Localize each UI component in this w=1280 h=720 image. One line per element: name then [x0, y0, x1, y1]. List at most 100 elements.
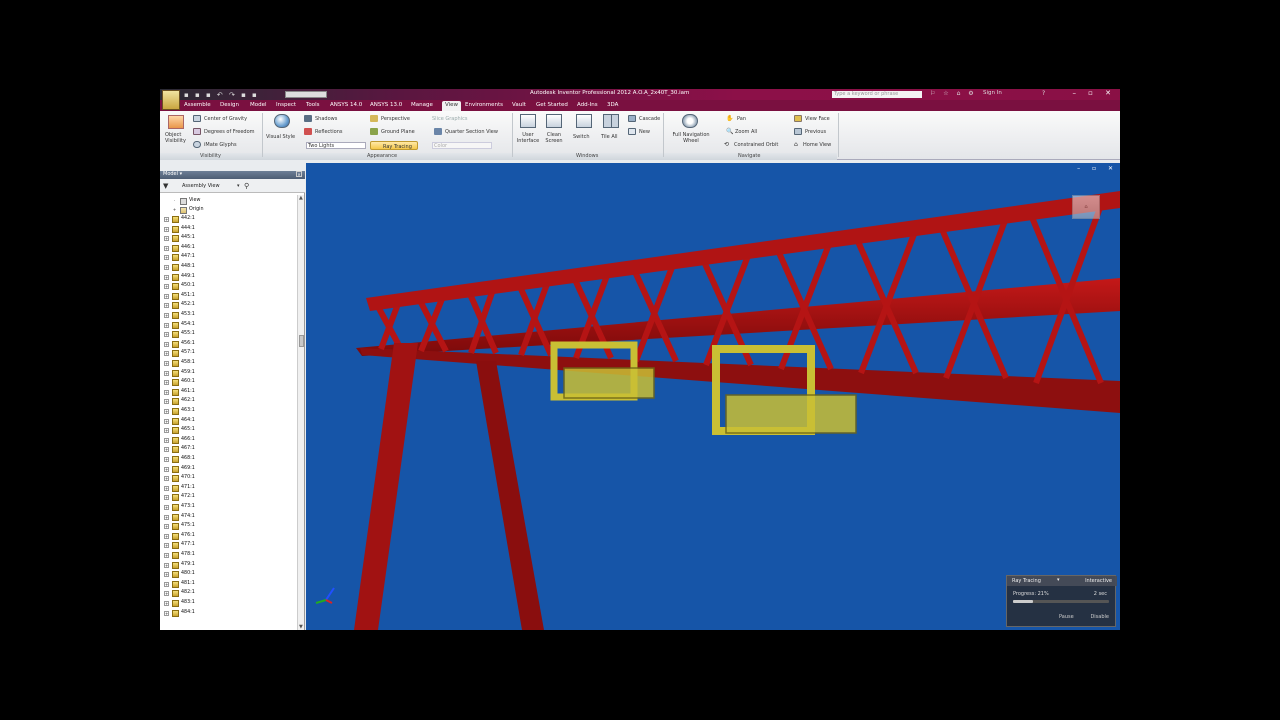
dropdown-arrow-icon[interactable]: ▾	[178, 171, 183, 177]
viewcube-icon[interactable]: ⌂	[1072, 195, 1100, 219]
new-window-button[interactable]: New	[639, 129, 650, 135]
tree-expander-icon[interactable]: +	[164, 370, 169, 376]
tree-expander-icon[interactable]: +	[164, 351, 169, 357]
shadows-button[interactable]: Shadows	[315, 116, 337, 122]
search-input[interactable]: Type a keyword or phrase	[832, 91, 922, 98]
tree-expander-icon[interactable]: +	[164, 514, 169, 520]
tree-item[interactable]: +481:1	[164, 580, 294, 589]
tree-item[interactable]: +465:1	[164, 426, 294, 435]
tree-item[interactable]: +453:1	[164, 311, 294, 320]
tree-item[interactable]: +446:1	[164, 244, 294, 253]
tree-item[interactable]: +482:1	[164, 589, 294, 598]
tree-expander-icon[interactable]: +	[164, 255, 169, 261]
lighting-style-dropdown[interactable]: Two Lights	[306, 142, 366, 149]
tree-item[interactable]: +466:1	[164, 436, 294, 445]
tree-item[interactable]: +449:1	[164, 273, 294, 282]
user-interface-icon[interactable]	[520, 114, 536, 128]
tab-vault[interactable]: Vault	[512, 102, 526, 108]
sign-in-link[interactable]: Sign In	[983, 90, 1002, 96]
object-visibility-button[interactable]: Object Visibility	[165, 132, 187, 144]
disable-button[interactable]: Disable	[1090, 614, 1109, 620]
tree-item[interactable]: +458:1	[164, 359, 294, 368]
tree-expander-icon[interactable]: +	[164, 332, 169, 338]
assembly-view-dropdown[interactable]: Assembly View	[182, 183, 220, 189]
center-of-gravity-button[interactable]: Center of Gravity	[204, 116, 247, 122]
tree-expander-icon[interactable]: +	[164, 524, 169, 530]
tree-item[interactable]: +450:1	[164, 282, 294, 291]
find-binoculars-icon[interactable]: ⚲	[244, 182, 249, 190]
tree-expander-icon[interactable]: +	[164, 217, 169, 222]
tree-expander-icon[interactable]: +	[164, 274, 169, 280]
tree-expander-icon[interactable]: +	[164, 466, 169, 472]
tree-item[interactable]: +459:1	[164, 369, 294, 378]
tree-item[interactable]: +457:1	[164, 349, 294, 358]
pause-button[interactable]: Pause	[1059, 614, 1074, 620]
tree-item[interactable]: +445:1	[164, 234, 294, 243]
tree-expander-icon[interactable]: +	[164, 293, 169, 299]
tree-expander-icon[interactable]: +	[164, 533, 169, 539]
object-visibility-icon[interactable]	[168, 115, 184, 129]
tree-expander-icon[interactable]: +	[164, 313, 169, 318]
visual-style-button[interactable]: Visual Style	[266, 134, 295, 140]
close-icon[interactable]: ✕	[296, 171, 302, 177]
graphics-viewport[interactable]: – ▫ ✕ ⌂ Ray Tracing ▾ Interactive Progre…	[306, 163, 1120, 630]
tab-model[interactable]: Model	[250, 102, 267, 108]
tree-expander-icon[interactable]: +	[164, 437, 169, 443]
tree-item[interactable]: +454:1	[164, 321, 294, 330]
tree-item[interactable]: +461:1	[164, 388, 294, 397]
tree-expander-icon[interactable]: +	[164, 322, 169, 328]
tree-item[interactable]: +460:1	[164, 378, 294, 387]
tree-item[interactable]: +470:1	[164, 474, 294, 483]
tree-expander-icon[interactable]: +	[164, 572, 169, 578]
browser-scrollbar[interactable]: ▲ ▼	[297, 195, 304, 630]
tree-expander-icon[interactable]: +	[164, 428, 169, 434]
navigation-wheel-icon[interactable]	[682, 114, 698, 128]
tree-item[interactable]: +477:1	[164, 541, 294, 550]
full-navigation-wheel-button[interactable]: Full Navigation Wheel	[668, 132, 714, 144]
tree-item[interactable]: +467:1	[164, 445, 294, 454]
tree-expander-icon[interactable]: +	[164, 553, 169, 558]
scroll-down-icon[interactable]: ▼	[299, 624, 303, 630]
browser-title[interactable]: Model	[163, 171, 178, 177]
tree-item[interactable]: +479:1	[164, 561, 294, 570]
tree-item[interactable]: +469:1	[164, 465, 294, 474]
tree-expander-icon[interactable]: +	[164, 226, 169, 232]
tab-tools[interactable]: Tools	[306, 102, 320, 108]
tab-manage[interactable]: Manage	[411, 102, 433, 108]
tree-item[interactable]: +448:1	[164, 263, 294, 272]
tree-expander-icon[interactable]: +	[164, 476, 169, 482]
filter-icon[interactable]: ▼	[163, 182, 168, 190]
tree-expander-icon[interactable]: +	[164, 601, 169, 606]
pan-button[interactable]: Pan	[737, 116, 746, 122]
constrained-orbit-button[interactable]: Constrained Orbit	[734, 142, 778, 148]
inventor-logo-icon[interactable]	[162, 90, 180, 110]
ray-tracing-mode[interactable]: Interactive	[1085, 578, 1112, 584]
slice-graphics-button[interactable]: Slice Graphics	[432, 116, 467, 122]
tree-expander-icon[interactable]: +	[164, 409, 169, 414]
tab-view[interactable]: View	[442, 101, 462, 111]
tree-item[interactable]: +473:1	[164, 503, 294, 512]
tree-item[interactable]: +455:1	[164, 330, 294, 339]
help-icon[interactable]: ?	[1042, 90, 1045, 97]
tree-expander-icon[interactable]: +	[164, 495, 169, 501]
tree-item[interactable]: +468:1	[164, 455, 294, 464]
switch-button[interactable]: Switch	[573, 134, 590, 140]
tree-expander-icon[interactable]: +	[164, 591, 169, 597]
ray-tracing-button[interactable]: Ray Tracing	[370, 141, 418, 150]
degrees-of-freedom-button[interactable]: Degrees of Freedom	[204, 129, 255, 135]
tree-expander-icon[interactable]: +	[164, 341, 169, 347]
tree-item[interactable]: +444:1	[164, 225, 294, 234]
tree-item[interactable]: +480:1	[164, 570, 294, 579]
tree-expander-icon[interactable]: +	[164, 303, 169, 309]
tree-expander-icon[interactable]: +	[164, 610, 169, 616]
visual-style-icon[interactable]	[274, 114, 290, 128]
tree-item[interactable]: +476:1	[164, 532, 294, 541]
tree-expander-icon[interactable]: +	[164, 485, 169, 491]
cascade-button[interactable]: Cascade	[639, 116, 660, 122]
home-view-button[interactable]: Home View	[803, 142, 831, 148]
tree-expander-icon[interactable]: +	[164, 399, 169, 405]
appearance-dropdown[interactable]	[285, 91, 327, 98]
viewport-window-controls[interactable]: – ▫ ✕	[1077, 165, 1118, 172]
zoom-all-button[interactable]: Zoom All	[735, 129, 757, 135]
switch-window-icon[interactable]	[576, 114, 592, 128]
